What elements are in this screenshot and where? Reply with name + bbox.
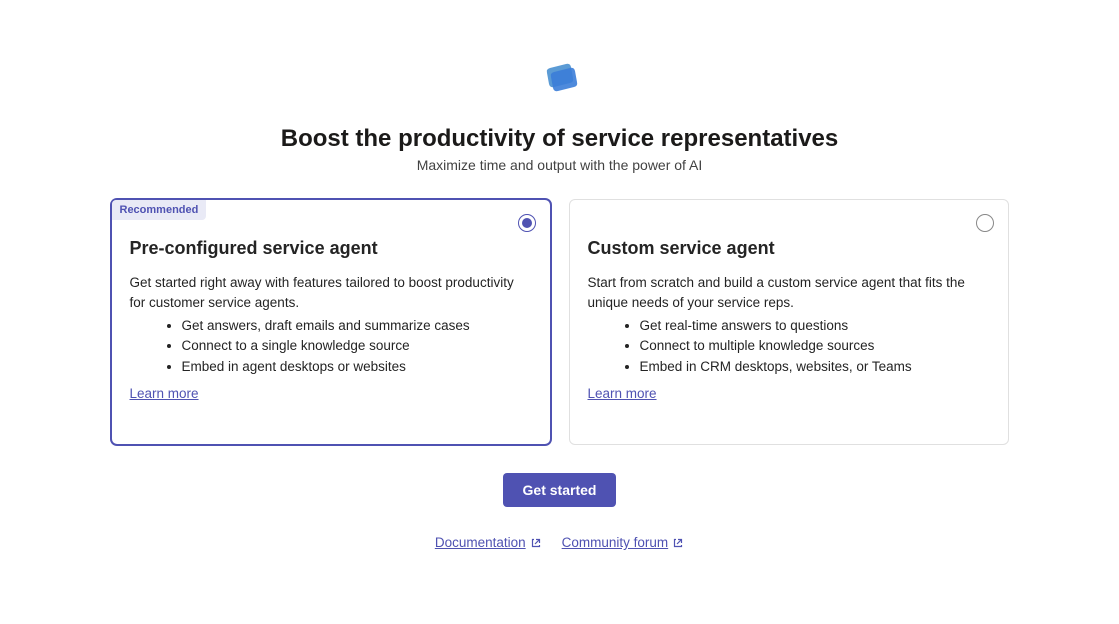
- radio-dot-icon: [522, 218, 532, 228]
- learn-more-link[interactable]: Learn more: [130, 386, 199, 401]
- bullet-item: Embed in agent desktops or websites: [182, 357, 532, 377]
- bullet-item: Get answers, draft emails and summarize …: [182, 316, 532, 336]
- recommended-badge: Recommended: [112, 200, 207, 220]
- link-label: Community forum: [562, 535, 669, 550]
- external-link-icon: [672, 537, 684, 549]
- learn-more-link[interactable]: Learn more: [588, 386, 657, 401]
- card-description: Start from scratch and build a custom se…: [588, 273, 990, 312]
- page-subtitle: Maximize time and output with the power …: [417, 157, 703, 173]
- page-container: Boost the productivity of service repres…: [0, 0, 1119, 550]
- radio-custom[interactable]: [976, 214, 994, 232]
- bullet-item: Get real-time answers to questions: [640, 316, 990, 336]
- page-title: Boost the productivity of service repres…: [281, 125, 839, 153]
- card-title: Custom service agent: [588, 238, 990, 259]
- option-card-preconfigured[interactable]: Recommended Pre-configured service agent…: [111, 199, 551, 445]
- radio-preconfigured[interactable]: [518, 214, 536, 232]
- card-bullets: Get answers, draft emails and summarize …: [130, 316, 532, 377]
- bullet-item: Embed in CRM desktops, websites, or Team…: [640, 357, 990, 377]
- community-forum-link[interactable]: Community forum: [562, 535, 685, 550]
- card-title: Pre-configured service agent: [130, 238, 532, 259]
- get-started-button[interactable]: Get started: [503, 473, 617, 507]
- card-description: Get started right away with features tai…: [130, 273, 532, 312]
- bullet-item: Connect to multiple knowledge sources: [640, 336, 990, 356]
- option-cards: Recommended Pre-configured service agent…: [111, 199, 1009, 445]
- link-label: Documentation: [435, 535, 526, 550]
- copilot-logo-icon: [536, 54, 584, 107]
- footer-links: Documentation Community forum: [435, 535, 684, 550]
- option-card-custom[interactable]: Custom service agent Start from scratch …: [569, 199, 1009, 445]
- external-link-icon: [530, 537, 542, 549]
- bullet-item: Connect to a single knowledge source: [182, 336, 532, 356]
- card-bullets: Get real-time answers to questions Conne…: [588, 316, 990, 377]
- documentation-link[interactable]: Documentation: [435, 535, 542, 550]
